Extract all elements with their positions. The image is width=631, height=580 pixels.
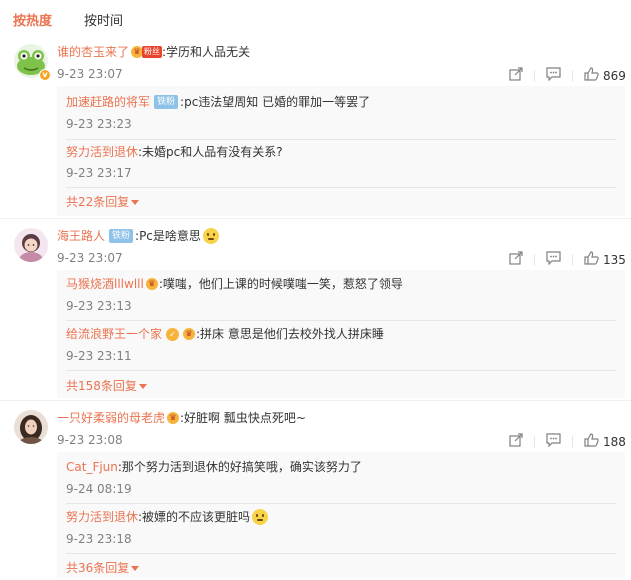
divider — [66, 370, 616, 371]
divider — [66, 187, 616, 188]
comment-text: :学历和人品无关 — [162, 45, 251, 59]
comment-username[interactable]: 一只好柔弱的母老虎 — [57, 410, 165, 426]
reply-item: 马猴烧酒lllwlll ♛ :噗嗤，他们上课的时候噗嗤一笑，惹怒了领导 — [66, 276, 403, 292]
triangle-down-icon — [131, 200, 140, 205]
crown-icon: ♛ — [167, 412, 180, 424]
more-replies-link[interactable]: 共158条回复 — [66, 377, 147, 394]
like-count: 188 — [603, 434, 626, 449]
confused-emoji-icon — [202, 228, 219, 244]
reply-username[interactable]: 努力活到退休 — [66, 144, 138, 160]
doge-emoji-icon — [252, 509, 269, 525]
reply-time: 9-23 23:18 — [66, 532, 132, 546]
triangle-down-icon — [138, 384, 147, 389]
reply-text: :pc违法望周知 已婚的罪加一等罢了 — [180, 95, 371, 109]
comment-username[interactable]: 谁的杏玉来了 — [57, 44, 129, 60]
more-replies-link[interactable]: 共22条回复 — [66, 193, 140, 210]
reply-text: :噗嗤，他们上课的时候噗嗤一笑，惹怒了领导 — [158, 277, 403, 291]
reply-username[interactable]: 马猴烧酒lllwlll — [66, 276, 144, 292]
share-icon[interactable] — [509, 251, 523, 268]
reply-item: Cat_Fjun :那个努力活到退休的好搞笑哦，确实该努力了 — [66, 459, 362, 475]
crown-icon: ♛ — [145, 278, 158, 290]
avatar[interactable] — [14, 228, 48, 262]
verified-badge-icon: v — [39, 69, 51, 81]
more-replies-link[interactable]: 共36条回复 — [66, 559, 140, 576]
reply-time: 9-23 23:23 — [66, 117, 132, 131]
reply-text: :拼床 意思是他们去校外找人拼床睡 — [196, 327, 384, 341]
like-count: 869 — [603, 68, 626, 83]
reply-username[interactable]: Cat_Fjun — [66, 459, 118, 475]
reply-username[interactable]: 给流浪野王一个家 — [66, 326, 162, 342]
reply-time: 9-23 23:13 — [66, 299, 132, 313]
comment-actions: 869 — [509, 67, 626, 84]
comment-username[interactable]: 海王路人 — [57, 228, 105, 244]
thumbs-up-icon[interactable] — [584, 251, 599, 268]
reply-time: 9-24 08:19 — [66, 482, 132, 496]
reply-item: 加速赶路的将军 铁粉 :pc违法望周知 已婚的罪加一等罢了 — [66, 94, 370, 110]
reply-text: :被嫖的不应该更脏吗 — [138, 510, 251, 524]
fan-badge[interactable]: ♛ 粉丝 — [131, 45, 163, 59]
tab-sort-by-time[interactable]: 按时间 — [84, 10, 123, 29]
reply-item: 努力活到退休 :被嫖的不应该更脏吗 — [66, 509, 269, 525]
verified-badge-icon: ✓ — [166, 327, 180, 341]
tab-sort-by-hot[interactable]: 按热度 — [13, 10, 52, 29]
reply-username[interactable]: 加速赶路的将军 — [66, 94, 150, 110]
reply-username[interactable]: 努力活到退休 — [66, 509, 138, 525]
reply-time: 9-23 23:11 — [66, 349, 132, 363]
comment-divider — [0, 218, 631, 219]
divider — [66, 503, 616, 504]
thumbs-up-icon[interactable] — [584, 67, 599, 84]
divider — [66, 139, 616, 140]
comment-time: 9-23 23:07 — [57, 251, 123, 265]
comment-icon[interactable] — [546, 433, 561, 450]
like-count: 135 — [603, 252, 626, 267]
comment-text: :Pc是啥意思 — [135, 229, 201, 243]
comment-icon[interactable] — [546, 67, 561, 84]
comment-actions: 188 — [509, 433, 626, 450]
share-icon[interactable] — [509, 67, 523, 84]
comment-actions: 135 — [509, 251, 626, 268]
avatar[interactable] — [14, 410, 48, 444]
reply-item: 努力活到退休 :未婚pc和人品有没有关系? — [66, 144, 283, 160]
divider — [66, 320, 616, 321]
tiefen-badge: 铁粉 — [109, 229, 134, 243]
comment-divider — [0, 400, 631, 401]
share-icon[interactable] — [509, 433, 523, 450]
reply-text: :未婚pc和人品有没有关系? — [138, 145, 283, 159]
reply-item: 给流浪野王一个家 ✓ ♛ :拼床 意思是他们去校外找人拼床睡 — [66, 326, 384, 342]
sort-tabs: 按热度 按时间 — [13, 10, 123, 29]
thumbs-up-icon[interactable] — [584, 433, 599, 450]
reply-text: :那个努力活到退休的好搞笑哦，确实该努力了 — [117, 460, 362, 474]
crown-icon: ♛ — [183, 328, 196, 340]
reply-time: 9-23 23:17 — [66, 166, 132, 180]
comment-time: 9-23 23:08 — [57, 433, 123, 447]
triangle-down-icon — [131, 566, 140, 571]
comment-time: 9-23 23:07 — [57, 67, 123, 81]
tiefen-badge: 铁粉 — [154, 95, 179, 109]
comment-icon[interactable] — [546, 251, 561, 268]
comment-text: :好脏啊 瓢虫快点死吧~ — [180, 411, 306, 425]
divider — [66, 553, 616, 554]
